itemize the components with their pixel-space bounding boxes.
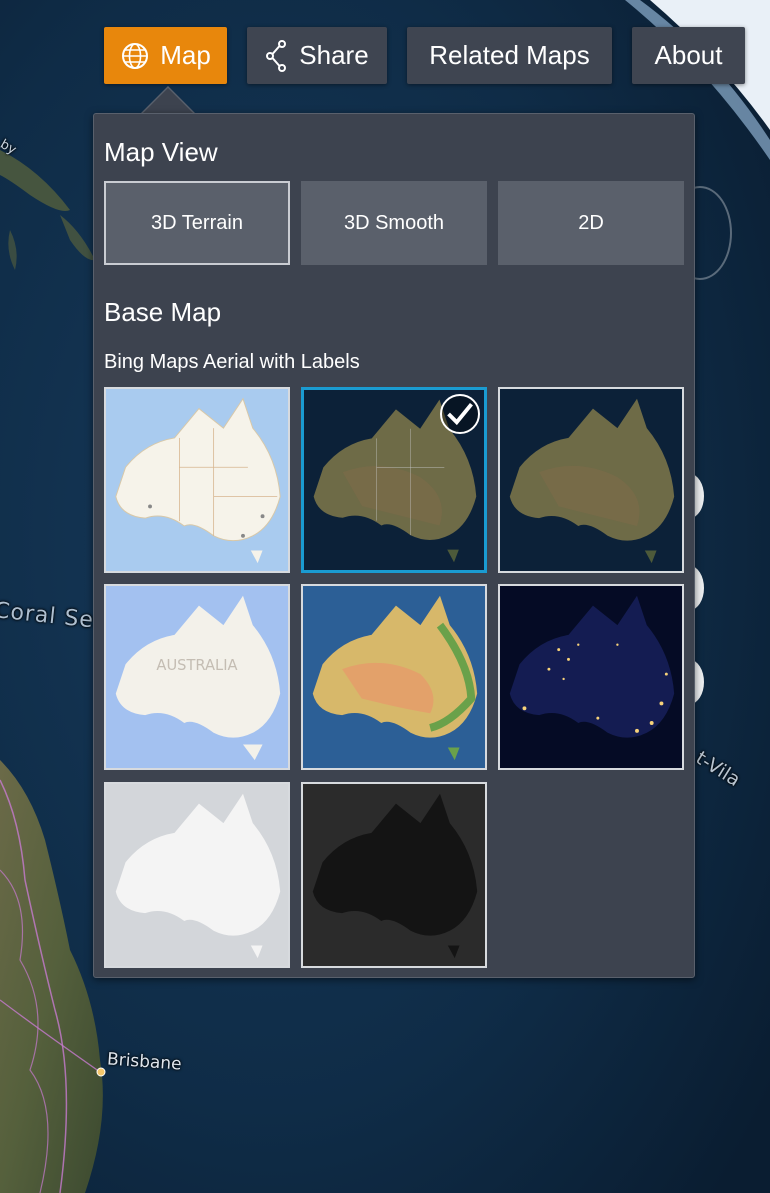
basemap-thumb-road[interactable] xyxy=(104,387,290,573)
basemap-thumb-aerial-labels[interactable] xyxy=(301,387,487,573)
view-3d-terrain-button[interactable]: 3D Terrain xyxy=(104,181,290,265)
basemap-thumb-terrain[interactable] xyxy=(301,584,487,770)
panel-pointer xyxy=(142,88,194,114)
globe-icon xyxy=(120,41,150,71)
basemap-thumb-dark[interactable] xyxy=(301,782,487,968)
about-button-label: About xyxy=(654,40,723,70)
basemap-thumb-night[interactable] xyxy=(498,584,684,770)
related-maps-button[interactable]: Related Maps xyxy=(407,27,612,84)
selected-check-icon xyxy=(440,394,480,434)
map-view-title: Map View xyxy=(104,137,218,167)
map-settings-panel: Map View 3D Terrain 3D Smooth 2D Base Ma… xyxy=(93,113,695,978)
share-icon xyxy=(265,39,289,72)
thumb-australia-label: AUSTRALIA xyxy=(156,657,237,674)
map-button-label: Map xyxy=(160,40,211,70)
share-button[interactable]: Share xyxy=(247,27,387,84)
related-maps-label: Related Maps xyxy=(429,40,590,70)
share-button-label: Share xyxy=(299,40,369,70)
about-button[interactable]: About xyxy=(632,27,745,84)
base-map-title: Base Map xyxy=(104,297,222,327)
basemap-thumb-positron[interactable] xyxy=(104,782,290,968)
map-button[interactable]: Map xyxy=(104,27,227,84)
selected-base-map-name: Bing Maps Aerial with Labels xyxy=(104,351,360,373)
basemap-thumb-light-road[interactable]: AUSTRALIA xyxy=(104,584,290,770)
basemap-thumb-aerial[interactable] xyxy=(498,387,684,573)
view-3d-smooth-button[interactable]: 3D Smooth xyxy=(301,181,487,265)
view-2d-button[interactable]: 2D xyxy=(498,181,684,265)
